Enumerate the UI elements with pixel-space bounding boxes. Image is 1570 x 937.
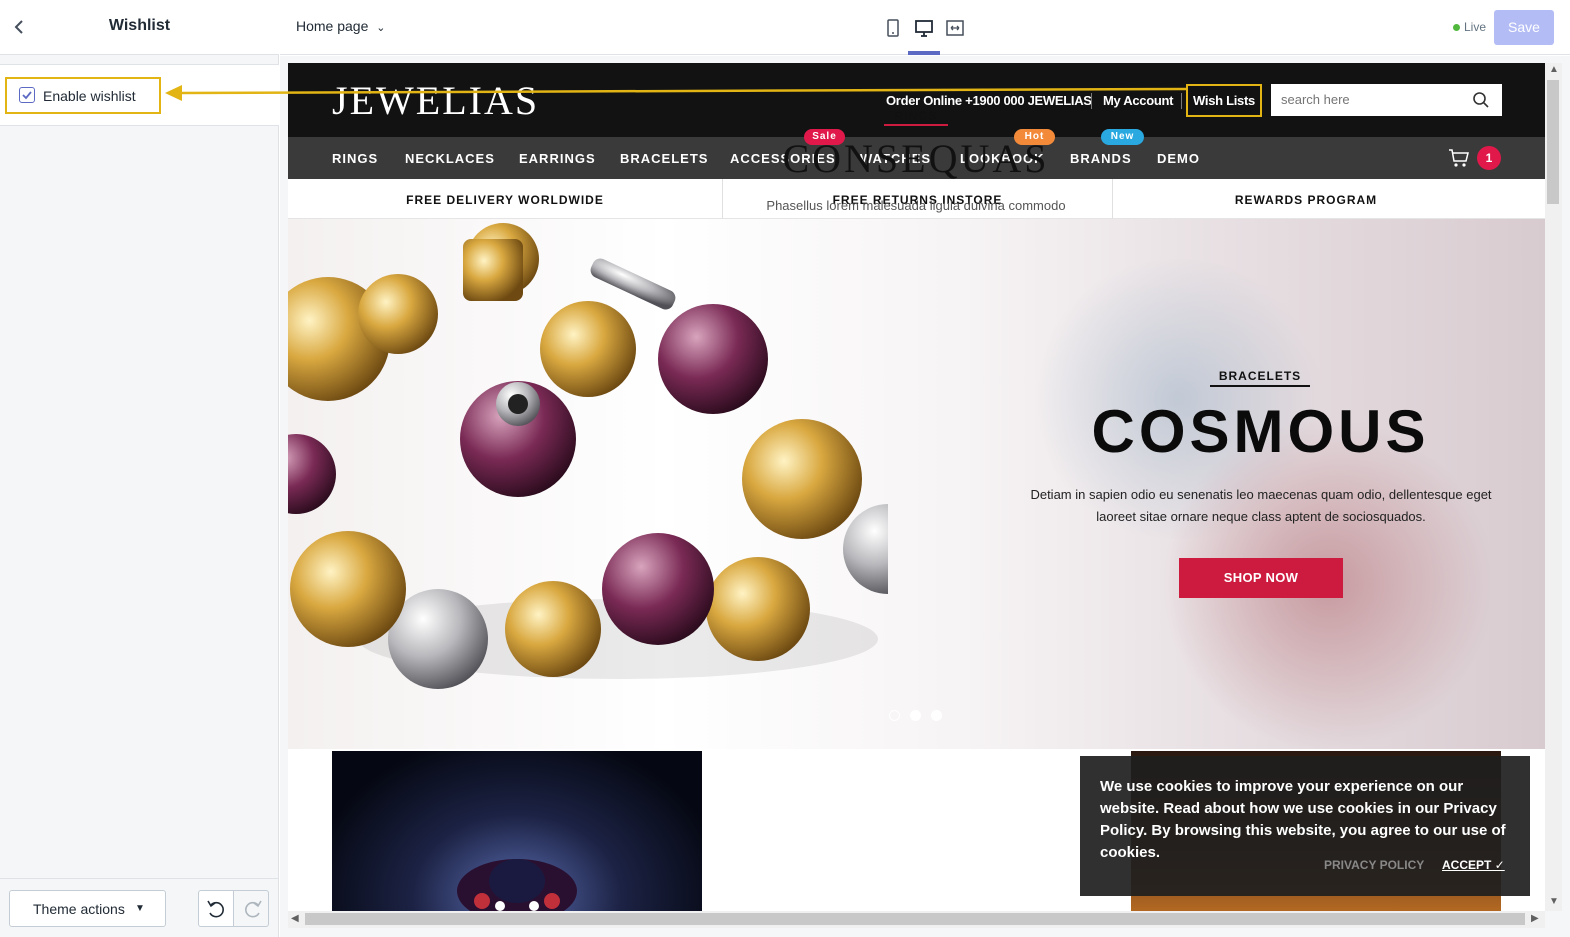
page-selector[interactable]: Home page ⌄ bbox=[296, 18, 386, 34]
page-selector-label: Home page bbox=[296, 18, 369, 34]
horizontal-scroll-thumb[interactable] bbox=[305, 913, 1525, 925]
bracelet-image bbox=[288, 223, 888, 689]
hero-slider: BRACELETS COSMOUS Detiam in sapien odio … bbox=[288, 219, 1545, 749]
theme-actions-label: Theme actions bbox=[33, 901, 125, 917]
accept-cookies-button[interactable]: ACCEPT ✓ bbox=[1442, 858, 1505, 872]
search-icon[interactable] bbox=[1472, 91, 1490, 109]
nav-item-bracelets[interactable]: BRACELETS bbox=[620, 151, 708, 166]
chevron-down-icon: ⌄ bbox=[376, 22, 386, 34]
live-status-label: Live bbox=[1464, 20, 1487, 34]
slider-dot[interactable] bbox=[910, 710, 921, 721]
banner-subtitle: RINGS bbox=[884, 109, 948, 126]
caret-down-icon: ▼ bbox=[135, 903, 145, 914]
promo-item: FREE DELIVERY WORLDWIDE bbox=[406, 193, 604, 207]
consequas-banner[interactable] bbox=[731, 751, 1101, 911]
enable-wishlist-checkbox[interactable] bbox=[19, 87, 35, 103]
redo-icon bbox=[245, 900, 262, 918]
store-preview: JEWELIAS Order Online +1900 000 JEWELIAS… bbox=[288, 63, 1545, 911]
ring-image bbox=[457, 859, 577, 911]
wish-lists-link[interactable]: Wish Lists bbox=[1186, 84, 1262, 117]
store-logo[interactable]: JEWELIAS bbox=[332, 77, 539, 124]
scroll-right-arrow-icon[interactable]: ▶ bbox=[1531, 913, 1539, 924]
theme-actions-button[interactable]: Theme actions ▼ bbox=[9, 890, 166, 927]
shop-now-button[interactable]: SHOP NOW bbox=[1179, 558, 1343, 598]
cookie-notice: We use cookies to improve your experienc… bbox=[1080, 756, 1530, 896]
enable-wishlist-label[interactable]: Enable wishlist bbox=[43, 88, 136, 104]
hero-subtitle: BRACELETS bbox=[1210, 369, 1310, 387]
fullscreen-view-icon[interactable] bbox=[944, 17, 966, 39]
cart-icon[interactable] bbox=[1448, 147, 1470, 169]
nav-item-necklaces[interactable]: NECKLACES bbox=[405, 151, 495, 166]
hero-title: COSMOUS bbox=[1091, 398, 1430, 465]
banner-description: Phasellus lorem malesuada ligula dulvina… bbox=[766, 198, 1066, 213]
cookie-text: We use cookies to improve your experienc… bbox=[1100, 778, 1506, 861]
panel-header: Wishlist bbox=[0, 0, 279, 55]
undo-icon bbox=[207, 900, 224, 918]
header-divider bbox=[1181, 93, 1182, 109]
active-view-indicator bbox=[908, 51, 940, 55]
vertical-scroll-thumb[interactable] bbox=[1547, 80, 1559, 204]
mobile-view-icon[interactable] bbox=[882, 17, 904, 39]
settings-panel: Wishlist Enable wishlist Theme actions ▼ bbox=[0, 0, 279, 937]
nav-item-demo[interactable]: DEMO bbox=[1157, 151, 1200, 166]
cart-count-badge: 1 bbox=[1477, 146, 1501, 170]
order-online-link[interactable]: Order Online +1900 000 JEWELIAS bbox=[886, 93, 1092, 108]
live-status-dot bbox=[1453, 24, 1460, 31]
privacy-policy-link[interactable]: PRIVACY POLICY bbox=[1324, 858, 1424, 872]
scroll-left-arrow-icon[interactable]: ◀ bbox=[291, 913, 299, 924]
scroll-up-arrow-icon[interactable]: ▲ bbox=[1549, 64, 1559, 75]
rings-image-card[interactable] bbox=[332, 751, 702, 911]
scroll-down-arrow-icon[interactable]: ▼ bbox=[1549, 896, 1559, 907]
banner-title: CONSEQUAS bbox=[782, 136, 1050, 181]
nav-item-rings[interactable]: RINGS bbox=[332, 151, 378, 166]
hero-description: Detiam in sapien odio eu senenatis leo m… bbox=[1030, 487, 1492, 524]
my-account-link[interactable]: My Account bbox=[1103, 93, 1174, 108]
save-button[interactable]: Save bbox=[1494, 10, 1554, 45]
panel-title: Wishlist bbox=[108, 17, 171, 34]
redo-button[interactable] bbox=[233, 890, 269, 927]
slider-dot[interactable] bbox=[889, 710, 900, 721]
desktop-view-icon[interactable] bbox=[913, 17, 935, 39]
undo-button[interactable] bbox=[198, 890, 234, 927]
search-input[interactable] bbox=[1271, 84, 1502, 116]
new-badge: New bbox=[1101, 129, 1144, 145]
promo-item: REWARDS PROGRAM bbox=[1234, 193, 1378, 207]
nav-item-earrings[interactable]: EARRINGS bbox=[519, 151, 596, 166]
slider-dot[interactable] bbox=[931, 710, 942, 721]
header-divider bbox=[1091, 93, 1092, 109]
